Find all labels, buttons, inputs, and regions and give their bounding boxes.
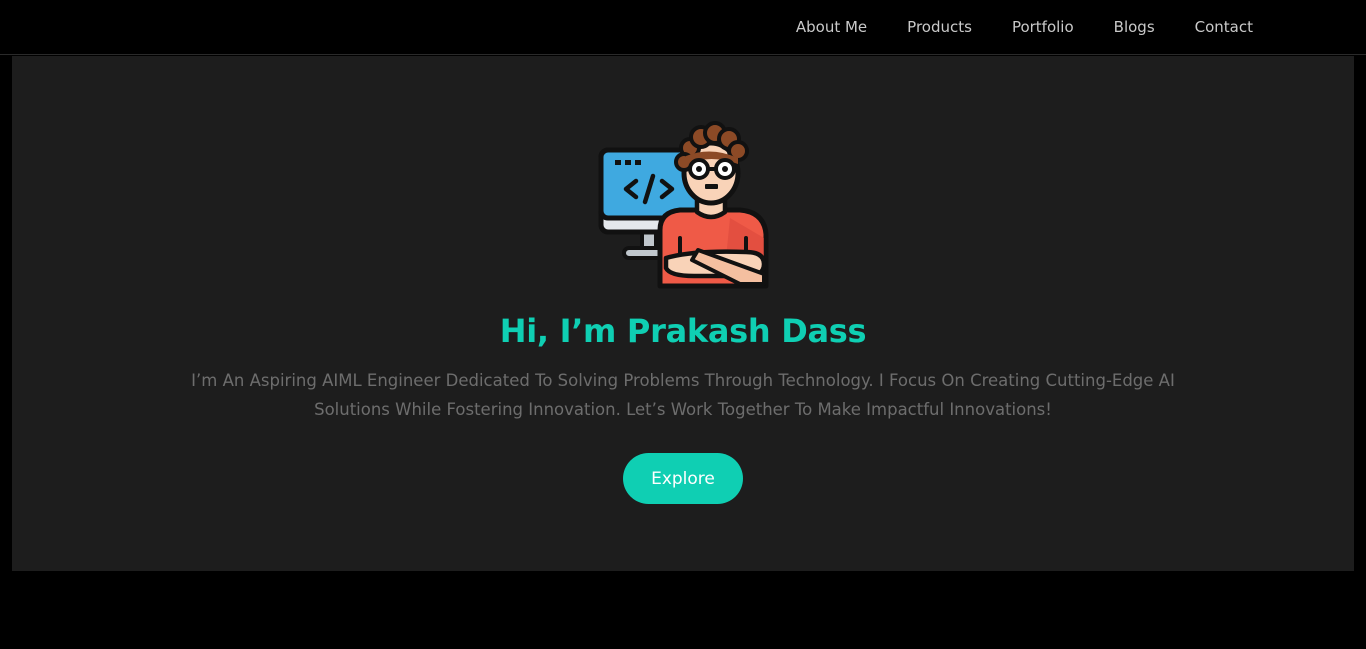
hero-section: Hi, I’m Prakash Dass I’m An Aspiring AIM… (12, 56, 1354, 571)
top-navbar: About Me Products Portfolio Blogs Contac… (0, 0, 1366, 55)
nav-link-contact[interactable]: Contact (1195, 20, 1253, 35)
nav-links: About Me Products Portfolio Blogs Contac… (796, 0, 1253, 55)
nav-link-blogs[interactable]: Blogs (1114, 20, 1155, 35)
hero-title: Hi, I’m Prakash Dass (499, 312, 867, 350)
hero-description: I’m An Aspiring AIML Engineer Dedicated … (191, 371, 1175, 419)
nav-link-portfolio[interactable]: Portfolio (1012, 20, 1074, 35)
explore-button[interactable]: Explore (623, 453, 743, 504)
nav-link-products[interactable]: Products (907, 20, 972, 35)
nav-link-about-me[interactable]: About Me (796, 20, 867, 35)
developer-avatar-icon (598, 118, 770, 290)
